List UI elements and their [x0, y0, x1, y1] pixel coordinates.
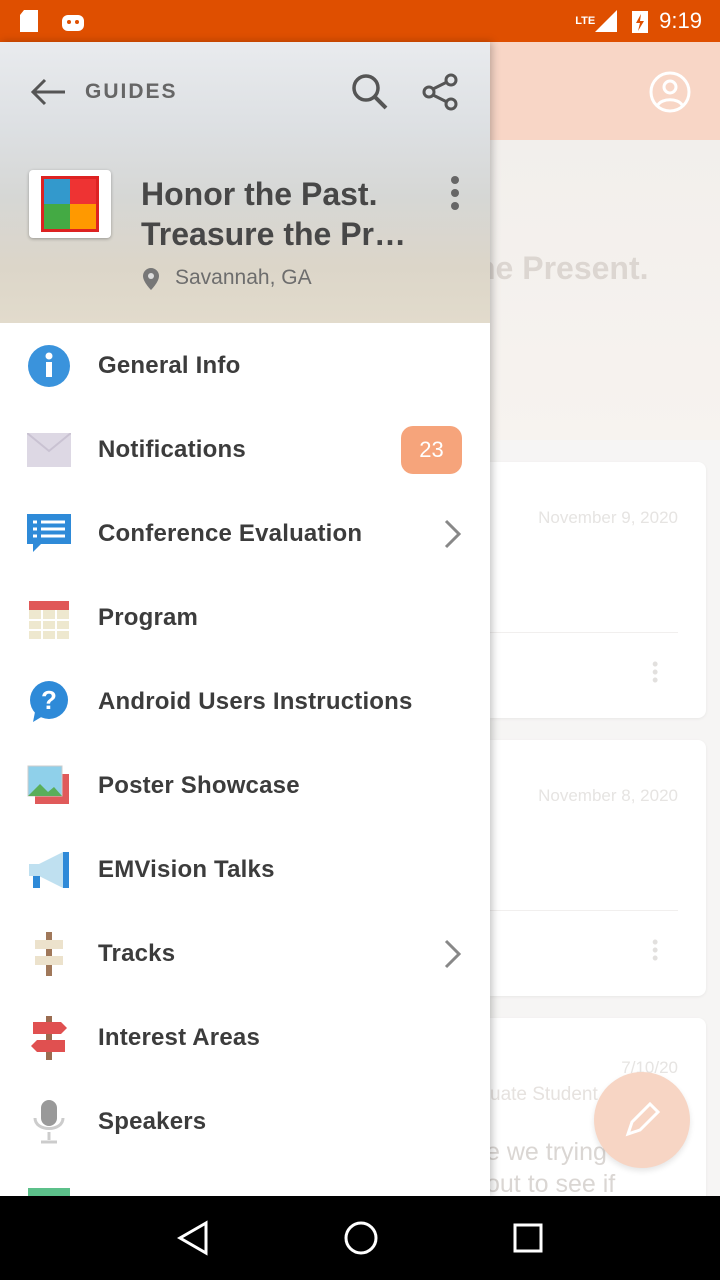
card-date: November 9, 2020 [538, 508, 678, 527]
menu-item-label: Tracks [98, 940, 176, 967]
menu-item-label: Conference Evaluation [98, 520, 363, 547]
battery-charging-icon [632, 11, 649, 33]
title-line-1: Honor the Past. [141, 176, 378, 212]
chevron-right-icon[interactable] [442, 939, 464, 969]
section-label: GUIDES [85, 80, 178, 103]
menu-item-interest-areas[interactable]: Interest Areas [0, 996, 490, 1080]
picture-icon [27, 764, 71, 808]
event-title: Honor the Past. Treasure the Present. [141, 174, 411, 254]
envelope-icon [27, 428, 71, 472]
menu-item-label: Speakers [98, 1108, 207, 1135]
app-bar [490, 42, 720, 140]
signpost-icon [27, 932, 71, 976]
microphone-icon [27, 1100, 71, 1144]
drawer-header: GUIDES Honor the Past. Treasure the Pres… [0, 42, 490, 323]
next-item-icon [28, 1188, 70, 1196]
menu-item-label: Android Users Instructions [98, 688, 413, 715]
profile-icon[interactable] [649, 71, 691, 113]
title-line-2: Treasure the Present. [141, 216, 411, 252]
notification-count-badge: 23 [401, 426, 462, 474]
menu-item-label: EMVision Talks [98, 856, 275, 883]
menu-item-label: General Info [98, 352, 241, 379]
menu-item-speakers[interactable]: Speakers [0, 1080, 490, 1164]
menu-item-label: Interest Areas [98, 1024, 260, 1051]
chevron-right-icon[interactable] [442, 519, 464, 549]
menu-item-conference-evaluation[interactable]: Conference Evaluation [0, 492, 490, 576]
svg-text:?: ? [41, 685, 57, 715]
menu-item-general-info[interactable]: General Info [0, 324, 490, 408]
event-logo [29, 170, 111, 238]
menu-item-notifications[interactable]: Notifications 23 [0, 408, 490, 492]
hero-banner: he Present. [490, 140, 720, 440]
pencil-icon [625, 1101, 661, 1137]
back-icon[interactable] [176, 1220, 210, 1256]
card-subtitle: uate Student [490, 1084, 598, 1105]
clock: 9:19 [659, 8, 702, 33]
network-type: LTE [575, 15, 596, 27]
card-body: e we trying [490, 1138, 607, 1166]
feed-card[interactable]: November 9, 2020 • • • [490, 462, 706, 718]
question-bubble-icon: ? [27, 680, 71, 724]
menu-item-label: Program [98, 604, 199, 631]
checklist-chat-icon [27, 512, 71, 556]
signs-icon [27, 1016, 71, 1060]
menu-item-emvision-talks[interactable]: EMVision Talks [0, 828, 490, 912]
recents-icon[interactable] [512, 1222, 544, 1254]
megaphone-icon [27, 848, 71, 892]
more-icon[interactable]: • • • [652, 655, 658, 689]
event-location: Savannah, GA [175, 266, 312, 289]
menu-item-label: Poster Showcase [98, 772, 300, 799]
status-bar: LTE 9:19 [0, 0, 720, 42]
menu-item-poster-showcase[interactable]: Poster Showcase [0, 744, 490, 828]
card-body: out to see if [490, 1170, 616, 1196]
sd-card-icon [20, 10, 38, 32]
location-pin-icon [143, 268, 159, 290]
menu-item-tracks[interactable]: Tracks [0, 912, 490, 996]
feed-card[interactable]: November 8, 2020 • • • [490, 740, 706, 996]
more-icon[interactable]: • • • [652, 933, 658, 967]
share-icon[interactable] [421, 72, 461, 112]
menu-item-program[interactable]: Program [0, 576, 490, 660]
menu-item-android-users-instructions[interactable]: ? Android Users Instructions [0, 660, 490, 744]
navigation-drawer: GUIDES Honor the Past. Treasure the Pres… [0, 42, 490, 1196]
card-date: November 8, 2020 [538, 786, 678, 805]
system-nav-bar [0, 1196, 720, 1280]
calendar-icon [27, 596, 71, 640]
background-screen: he Present. November 9, 2020 • • • Novembe… [490, 42, 720, 1196]
android-icon [62, 15, 84, 31]
compose-button[interactable] [594, 1072, 690, 1168]
search-icon[interactable] [350, 72, 390, 112]
info-icon [27, 344, 71, 388]
hero-title: he Present. [490, 250, 649, 286]
back-arrow-icon[interactable] [29, 77, 69, 107]
signal-icon [595, 10, 618, 32]
home-icon[interactable] [343, 1220, 379, 1256]
more-vert-icon[interactable] [450, 174, 460, 214]
menu-item-label: Notifications [98, 436, 246, 463]
